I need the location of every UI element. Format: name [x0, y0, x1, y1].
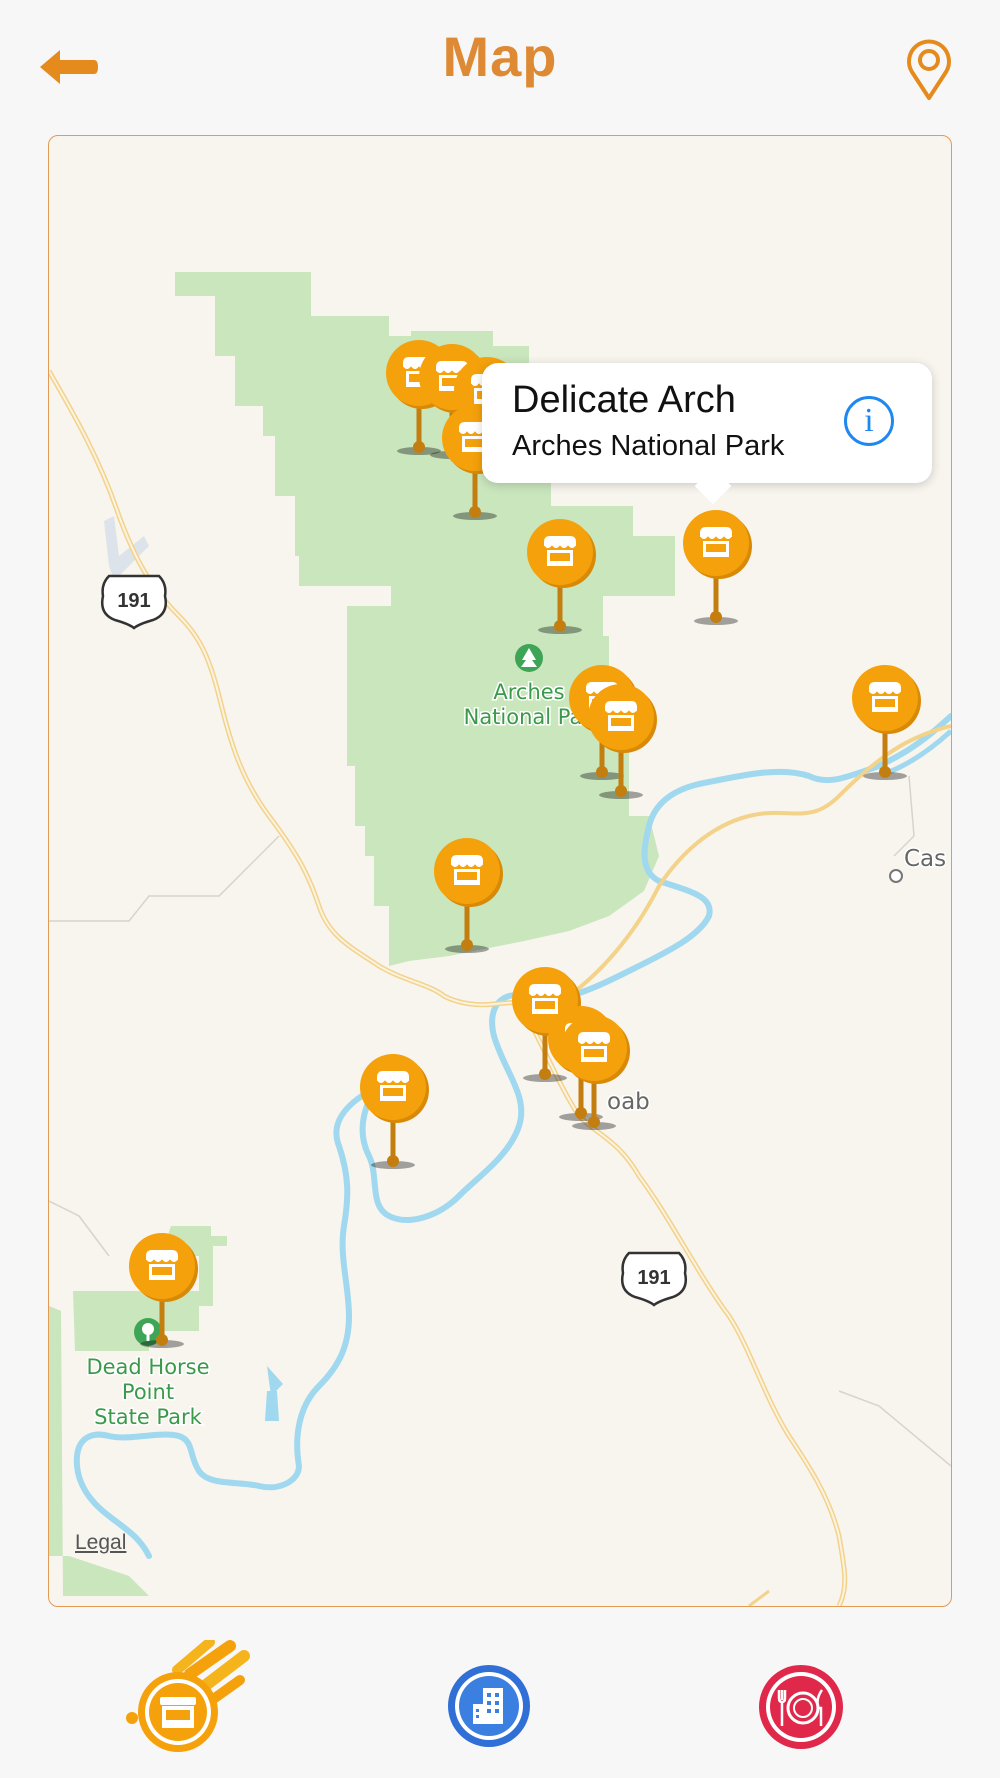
annotation-callout[interactable]: Delicate Arch Arches National Park i — [482, 363, 932, 505]
shop-pin-icon[interactable] — [676, 509, 756, 629]
shop-pin-icon[interactable] — [122, 1232, 202, 1352]
shop-pin-icon[interactable] — [581, 683, 661, 803]
shop-icon — [126, 1637, 250, 1752]
dead-horse-label-line3: State Park — [94, 1405, 202, 1429]
arches-label-line1: Arches — [493, 680, 564, 704]
callout-title: Delicate Arch — [512, 379, 736, 421]
header-bar: Map — [0, 0, 1000, 130]
route-number-north: 191 — [117, 590, 150, 612]
tab-hotels[interactable] — [447, 1664, 531, 1748]
legal-link[interactable]: Legal — [75, 1531, 126, 1555]
castle-valley-dot — [889, 869, 903, 883]
locate-button[interactable] — [904, 36, 954, 102]
shop-pin-icon[interactable] — [353, 1053, 433, 1173]
tab-bar — [0, 1620, 1000, 1778]
dead-horse-label-line1: Dead Horse — [86, 1355, 209, 1379]
shop-pin-icon[interactable] — [554, 1014, 634, 1134]
tab-shops[interactable] — [122, 1637, 254, 1752]
shop-pin-icon[interactable] — [845, 664, 925, 784]
info-icon[interactable]: i — [844, 396, 894, 446]
route-shield-south: 191 — [621, 1251, 687, 1307]
callout-subtitle: Arches National Park — [512, 430, 785, 462]
map-view[interactable]: 191 191 Arches National Pa Dead Horse Po… — [48, 135, 952, 1607]
shop-pin-icon[interactable] — [427, 837, 507, 957]
plate-cutlery-icon — [759, 1665, 843, 1749]
tab-restaurants[interactable] — [758, 1664, 844, 1750]
shop-pin-icon[interactable] — [520, 518, 600, 638]
castle-valley-label: Cas — [904, 846, 946, 872]
building-icon — [448, 1665, 530, 1747]
dead-horse-label-line2: Point — [122, 1380, 174, 1404]
arches-tree-icon — [515, 644, 543, 672]
route-shield-north: 191 — [101, 574, 167, 630]
location-pin-icon — [907, 39, 951, 100]
page-title: Map — [442, 25, 558, 88]
route-number-south: 191 — [637, 1267, 670, 1289]
